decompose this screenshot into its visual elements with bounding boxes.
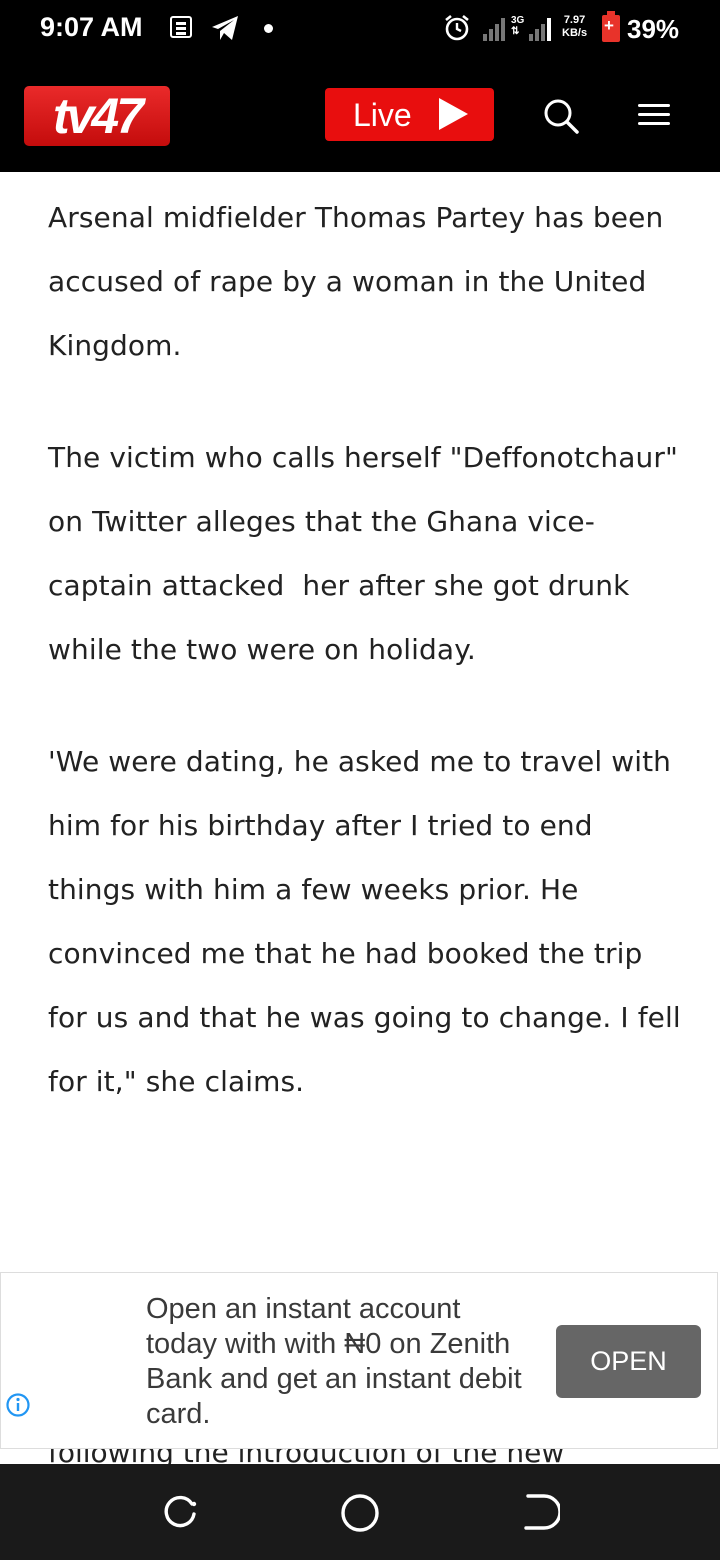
article-body: Arsenal midfielder Thomas Partey has bee… [48,186,688,1162]
status-time: 9:07 AM [40,12,143,42]
navigation-bar [0,1464,720,1560]
article-paragraph: 'We were dating, he asked me to travel w… [48,745,690,1098]
notification-dot [264,24,273,33]
recent-apps-icon[interactable] [161,1492,201,1532]
news-icon [170,16,192,38]
status-bar: 9:07 AM 3G⇅ 7.97KB/s 39% [0,0,720,60]
menu-icon[interactable] [638,104,670,126]
network-speed: 7.97 KB/s [562,14,588,39]
alarm-icon [445,14,469,41]
live-button-label: Live [353,97,412,133]
battery-icon [602,11,620,42]
ad-open-button[interactable]: OPEN [556,1325,701,1398]
signal-icon [529,18,551,41]
search-icon[interactable] [542,97,580,135]
home-icon[interactable] [339,1492,381,1534]
article-paragraph: Arsenal midfielder Thomas Partey has bee… [48,201,673,362]
back-icon[interactable] [520,1492,560,1532]
ad-text[interactable]: Open an instant account today with with … [146,1292,531,1432]
app-header: tv47 Live [0,60,720,172]
battery-percent: 39% [627,14,680,44]
play-icon [439,98,468,130]
ad-banner[interactable]: Open an instant account today with with … [0,1272,718,1449]
tv47-logo[interactable]: tv47 [24,86,170,146]
signal-icon [483,18,505,41]
article-paragraph: The victim who calls herself "Deffonotch… [48,441,687,666]
telegram-icon [212,16,238,40]
network-type: 3G ⇅ [511,15,525,37]
info-icon[interactable] [5,1392,31,1418]
live-button[interactable]: Live [325,88,494,141]
